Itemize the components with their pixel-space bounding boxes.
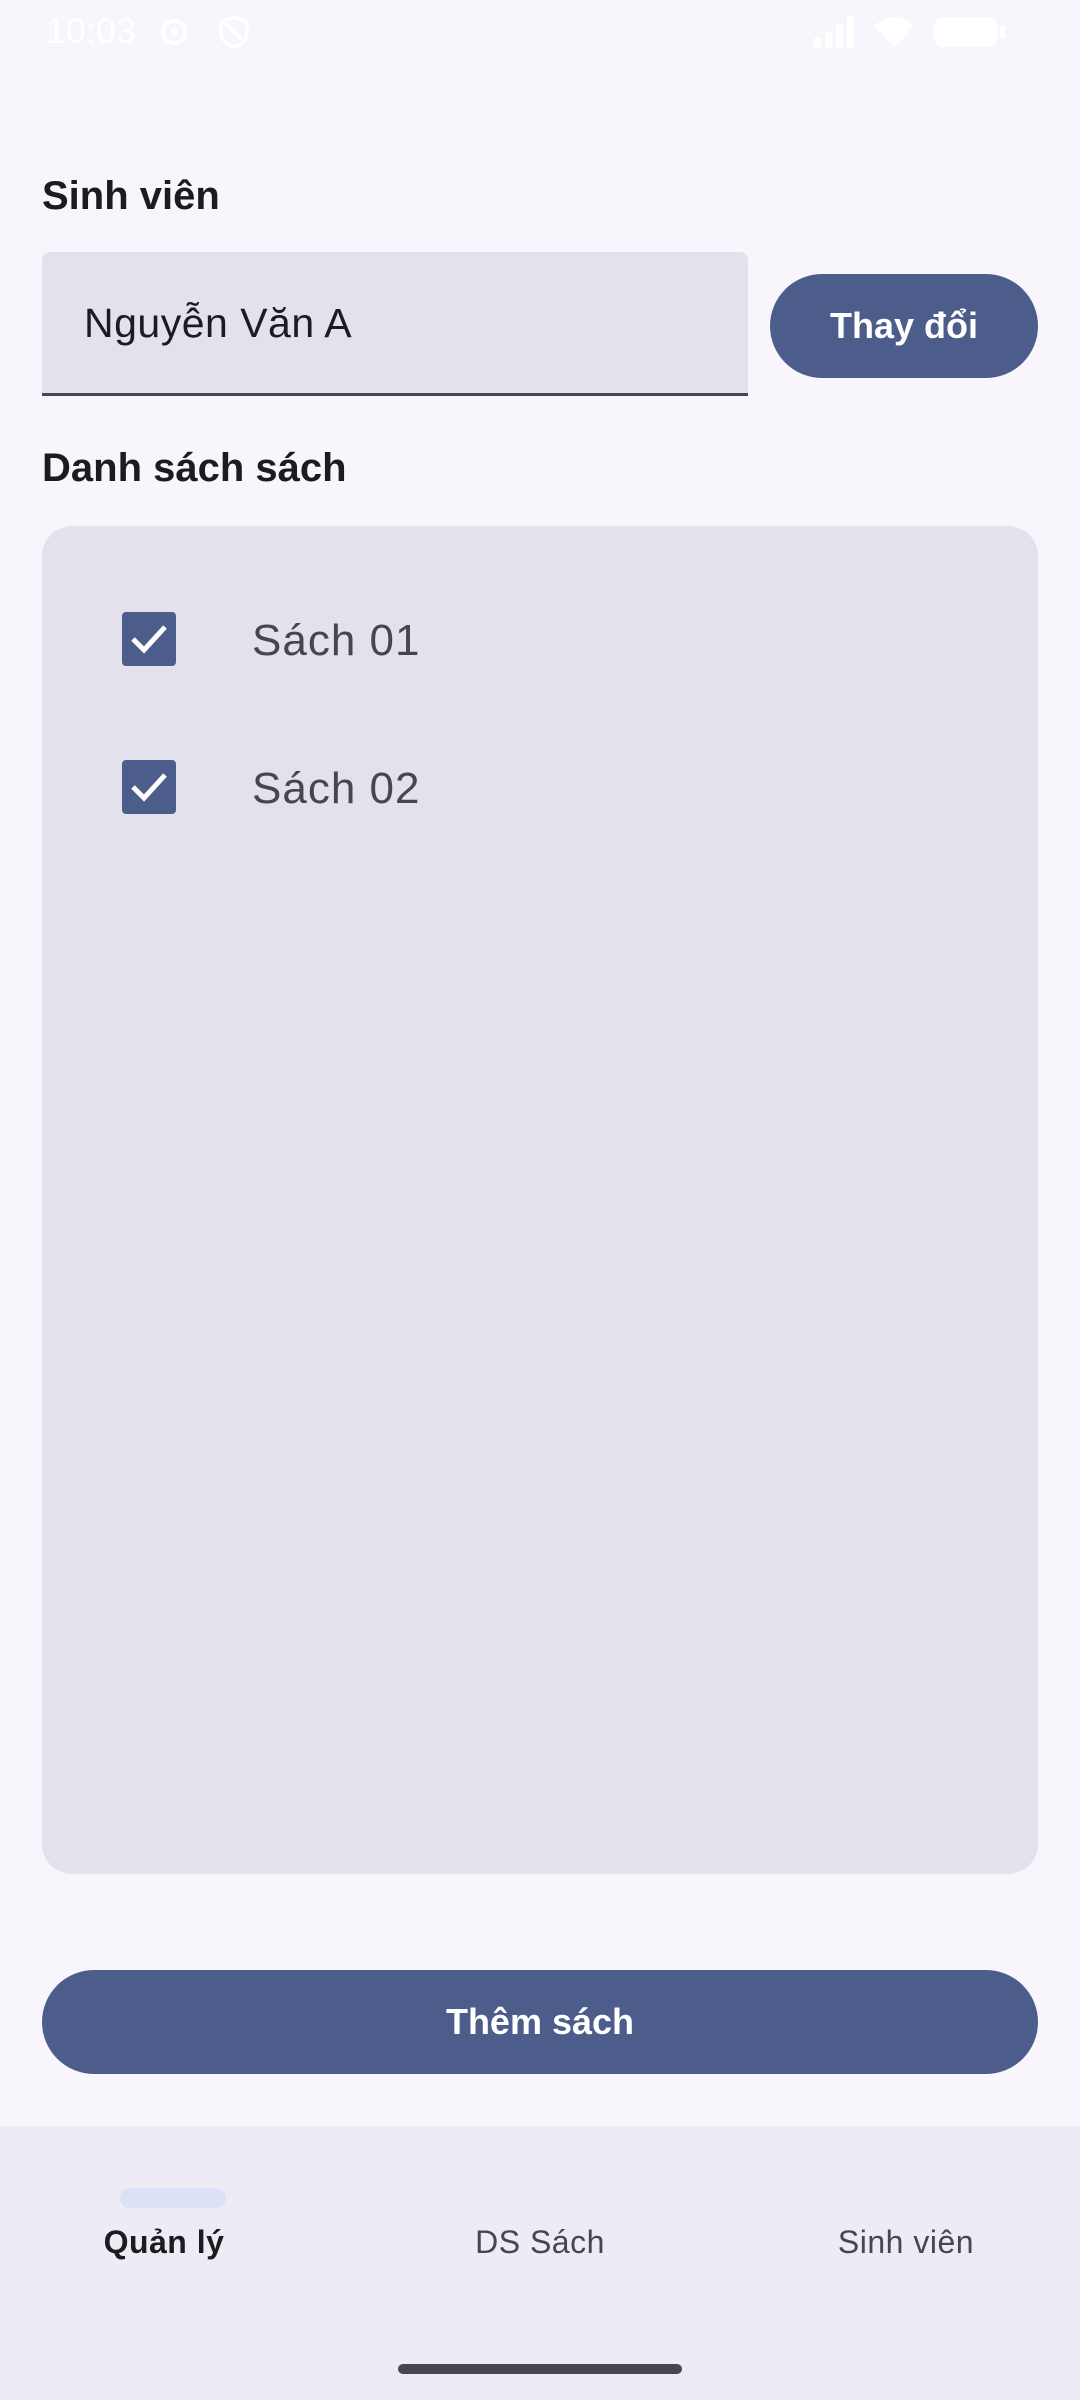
book-list[interactable]: Sách 01 Sách 02 xyxy=(42,526,1038,1874)
book-checkbox[interactable] xyxy=(122,760,176,814)
book-item[interactable]: Sách 02 xyxy=(42,728,1038,848)
nav-label: Quản lý xyxy=(103,2224,225,2260)
nav-item-manage[interactable]: Quản lý xyxy=(0,2126,360,2326)
nav-item-books[interactable]: DS Sách xyxy=(360,2126,720,2326)
book-label: Sách 01 xyxy=(252,616,421,665)
student-name-field[interactable]: Nguyễn Văn A xyxy=(42,252,748,396)
book-checkbox[interactable] xyxy=(122,612,176,666)
nav-label: Sinh viên xyxy=(837,2224,975,2260)
nav-label: DS Sách xyxy=(475,2224,605,2260)
book-label: Sách 02 xyxy=(252,764,421,813)
signal-icon xyxy=(812,14,858,50)
books-section-title: Danh sách sách xyxy=(42,446,347,490)
student-section-title: Sinh viên xyxy=(42,174,220,218)
check-icon xyxy=(131,773,167,802)
gesture-bar[interactable] xyxy=(398,2364,682,2374)
status-time: 10:03 xyxy=(46,12,137,51)
student-name-value: Nguyễn Văn A xyxy=(84,300,353,346)
nav-active-indicator xyxy=(120,2188,226,2208)
change-student-button[interactable]: Thay đổi xyxy=(770,274,1038,378)
status-bar: 10:03 xyxy=(0,0,1080,62)
book-item[interactable]: Sách 01 xyxy=(42,580,1038,700)
gear-icon xyxy=(156,14,192,50)
shield-icon xyxy=(216,14,252,50)
bottom-navigation: Quản lý DS Sách Sinh viên xyxy=(0,2126,1080,2400)
wifi-icon xyxy=(872,14,916,50)
check-icon xyxy=(131,625,167,654)
battery-icon xyxy=(934,14,1006,50)
add-book-button[interactable]: Thêm sách xyxy=(42,1970,1038,2074)
nav-item-students[interactable]: Sinh viên xyxy=(720,2126,1080,2326)
